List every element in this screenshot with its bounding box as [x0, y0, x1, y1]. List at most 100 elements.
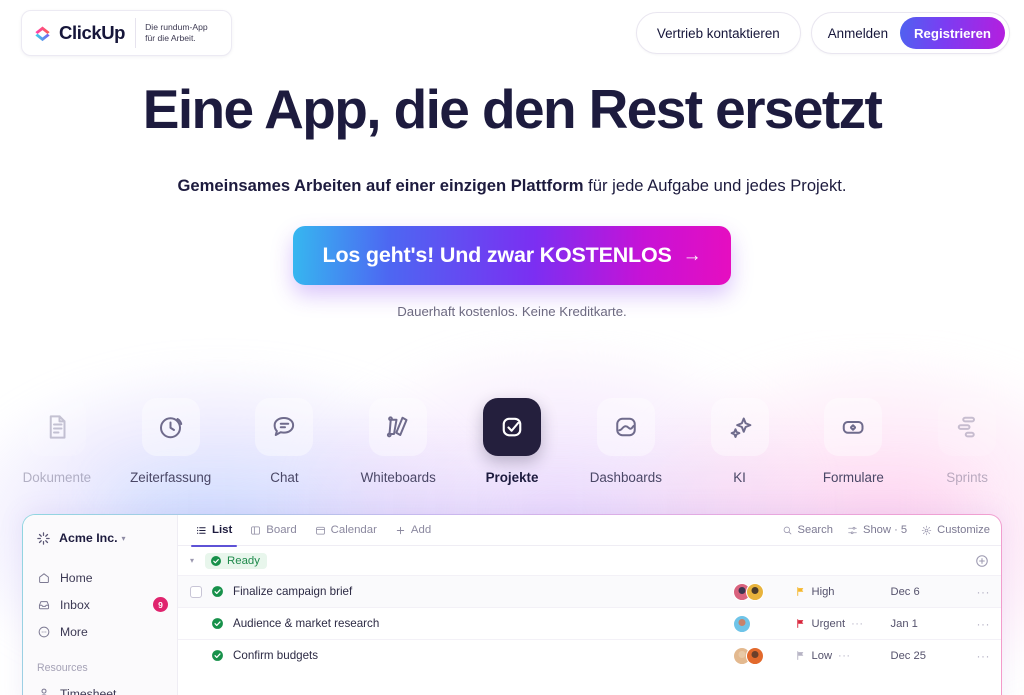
gear-icon: [921, 525, 932, 535]
sidebar-item-timesheet[interactable]: Timesheet: [23, 680, 177, 695]
feature-label: Chat: [270, 470, 299, 485]
hero-subtitle-rest: für jede Aufgabe und jedes Projekt.: [583, 176, 847, 195]
tab-label: List: [212, 524, 233, 536]
home-icon: [39, 572, 49, 583]
priority-label: High: [811, 585, 835, 598]
priority-cell[interactable]: Urgent ···: [795, 618, 891, 630]
row-checkbox: [190, 650, 202, 662]
toolbar-action-label: Search: [797, 524, 833, 536]
signup-button[interactable]: Registrieren: [900, 17, 1005, 49]
signin-button[interactable]: Anmelden: [828, 26, 894, 41]
feature-item-dashboards[interactable]: Dashboards: [569, 398, 683, 485]
feature-item-dokumente[interactable]: Dokumente: [0, 398, 114, 485]
chat-bubble-icon: [255, 398, 314, 456]
page-title: Eine App, die den Rest ersetzt: [142, 78, 883, 140]
row-more-button[interactable]: ···: [977, 617, 991, 631]
arrow-right-icon: →: [682, 244, 702, 266]
app-preview-card: Acme Inc. ▾ Home Inbox 9 More Resources …: [22, 514, 1002, 695]
feature-label: Formulare: [822, 470, 884, 485]
row-checkbox[interactable]: [190, 585, 202, 598]
task-group-header[interactable]: ▾ Ready: [178, 546, 1001, 575]
workspace-name: Acme Inc.: [59, 531, 118, 545]
due-date[interactable]: Jan 1: [891, 618, 977, 630]
check-square-icon: [483, 398, 542, 456]
cta-label: Los geht's! Und zwar KOSTENLOS: [322, 243, 672, 267]
calendar-icon: [315, 526, 325, 535]
feature-item-sprints[interactable]: Sprints: [910, 398, 1024, 485]
toolbar-customize-button[interactable]: Customize: [921, 524, 990, 536]
search-icon: [783, 526, 791, 534]
toolbar-show-button[interactable]: Show · 5: [847, 524, 907, 536]
get-started-free-button[interactable]: Los geht's! Und zwar KOSTENLOS →: [293, 226, 731, 285]
chevron-down-icon: ▾: [121, 533, 126, 543]
contact-sales-button[interactable]: Vertrieb kontaktieren: [635, 12, 801, 54]
more-dots-icon: [38, 626, 50, 637]
feature-item-formulare[interactable]: Formulare: [796, 398, 910, 485]
unread-badge: 9: [153, 597, 168, 612]
add-task-button[interactable]: [975, 554, 989, 568]
tab-board[interactable]: Board: [241, 515, 305, 546]
feature-item-chat[interactable]: Chat: [228, 398, 342, 485]
table-row[interactable]: Audience & market research Urgent ··· Ja…: [178, 607, 1001, 639]
feature-label: Whiteboards: [360, 470, 436, 485]
group-label: Ready: [227, 554, 260, 567]
sidebar-item-inbox[interactable]: Inbox 9: [23, 591, 177, 618]
assignee-avatars[interactable]: [732, 614, 795, 633]
inbox-icon: [38, 600, 50, 609]
status-badge: Ready: [205, 552, 267, 569]
priority-overflow-dots: ···: [838, 649, 851, 662]
table-row[interactable]: Confirm budgets Low ··· Dec 25 ···: [178, 639, 1001, 671]
check-circle-icon[interactable]: [211, 649, 224, 662]
assignee-avatars[interactable]: [732, 646, 795, 665]
task-title: Audience & market research: [233, 617, 380, 630]
tab-calendar[interactable]: Calendar: [306, 515, 386, 546]
sidebar-nav: Home Inbox 9 More: [23, 564, 177, 645]
feature-label: Sprints: [946, 470, 988, 485]
check-circle-icon[interactable]: [211, 617, 224, 630]
avatar: [745, 582, 764, 601]
priority-cell[interactable]: Low ···: [795, 650, 891, 662]
due-date[interactable]: Dec 6: [891, 586, 977, 598]
workspace-sparkle-icon: [37, 531, 50, 545]
priority-cell[interactable]: High: [795, 586, 891, 598]
sidebar-item-more[interactable]: More: [23, 618, 177, 645]
table-row[interactable]: Finalize campaign brief High Dec 6 ···: [178, 575, 1001, 607]
feature-item-ki[interactable]: KI: [683, 398, 797, 485]
row-more-button[interactable]: ···: [977, 585, 991, 599]
timesheet-icon: [40, 688, 48, 695]
feature-item-whiteboards[interactable]: Whiteboards: [341, 398, 455, 485]
sidebar-item-home[interactable]: Home: [23, 564, 177, 591]
tab-list[interactable]: List: [187, 515, 241, 547]
plus-icon: [396, 526, 405, 534]
sidebar-item-label: Inbox: [60, 597, 90, 612]
row-more-button[interactable]: ···: [977, 649, 991, 663]
check-circle-icon: [211, 555, 222, 566]
toolbar-action-label: Show · 5: [862, 524, 908, 536]
landing-page: ClickUp Die rundum-App für die Arbeit. V…: [0, 0, 1024, 695]
toolbar-action-label: Customize: [937, 524, 990, 536]
flag-icon: [796, 587, 803, 596]
chevron-down-icon: ▾: [190, 556, 195, 565]
sidebar-item-label: Home: [60, 570, 93, 585]
feature-item-zeiterfassung[interactable]: Zeiterfassung: [114, 398, 228, 485]
brand-tagline: Die rundum-App für die Arbeit.: [145, 21, 208, 43]
brand-logo-pill[interactable]: ClickUp Die rundum-App für die Arbeit.: [21, 10, 233, 56]
avatar: [745, 646, 764, 665]
tab-add[interactable]: Add: [386, 515, 440, 546]
feature-item-projekte[interactable]: Projekte: [455, 398, 569, 485]
tab-label: Calendar: [330, 524, 377, 536]
chart-icon: [596, 398, 655, 456]
tab-label: Add: [410, 524, 432, 536]
feature-label: Projekte: [485, 470, 539, 485]
assignee-avatars[interactable]: [732, 582, 795, 601]
app-main: List Board Calendar Add Search Show · 5 …: [178, 515, 1001, 695]
tab-label: Board: [266, 524, 297, 536]
header-actions: Vertrieb kontaktieren Anmelden Registrie…: [635, 12, 1010, 54]
check-circle-icon[interactable]: [211, 585, 224, 598]
product-feature-strip: Dokumente Zeiterfassung Chat Whiteboards…: [0, 398, 1024, 485]
hero-subtitle-bold: Gemeinsames Arbeiten auf einer einzigen …: [177, 176, 584, 195]
due-date[interactable]: Dec 25: [891, 650, 977, 662]
feature-label: Dashboards: [589, 470, 662, 485]
toolbar-search-button[interactable]: Search: [782, 524, 833, 536]
workspace-switcher[interactable]: Acme Inc. ▾: [23, 527, 177, 549]
